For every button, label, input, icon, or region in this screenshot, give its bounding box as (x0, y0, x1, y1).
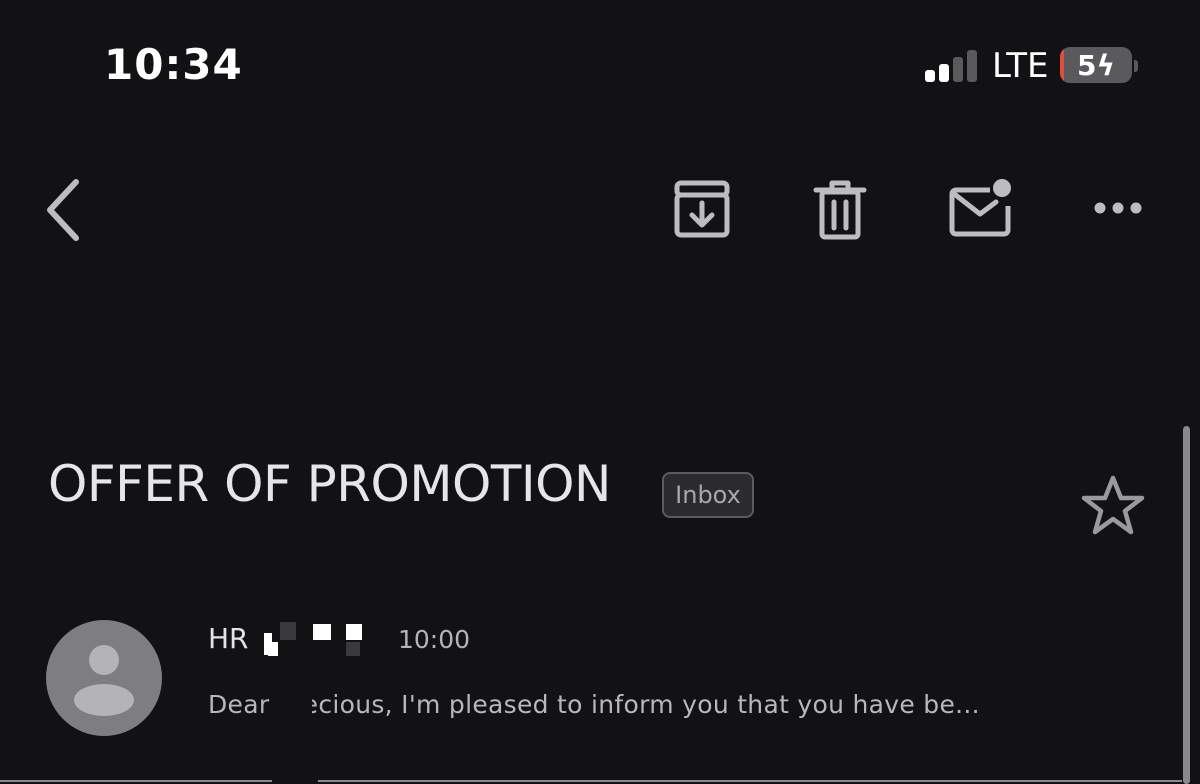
divider (0, 780, 272, 782)
battery-percent: 5ϟ (1060, 49, 1132, 82)
redaction-block (346, 624, 362, 640)
email-subject: OFFER OF PROMOTION (48, 455, 611, 513)
scrollbar[interactable] (1183, 426, 1190, 784)
cellular-signal-icon (925, 50, 977, 82)
redaction-block (346, 642, 360, 656)
inbox-label-chip[interactable]: Inbox (662, 472, 754, 518)
redaction-block (313, 624, 331, 640)
more-horizontal-icon (1094, 202, 1142, 214)
battery-icon: 5ϟ (1060, 47, 1132, 83)
mail-unread-icon (949, 179, 1011, 237)
star-outline-icon (1081, 475, 1145, 535)
divider (318, 780, 1182, 782)
email-snippet[interactable]: Dear Precious, I'm pleased to inform you… (208, 690, 980, 719)
star-button[interactable] (1080, 474, 1146, 536)
sender-avatar[interactable] (46, 620, 162, 736)
status-time: 10:34 (104, 40, 243, 89)
redaction-block (272, 688, 312, 724)
back-button[interactable] (38, 176, 90, 244)
sender-name[interactable]: HR (208, 622, 249, 655)
email-detail-screen: 10:34 LTE 5ϟ OFFER OF PROMOTION Inbox HR… (0, 0, 1200, 784)
more-options-button[interactable] (1088, 188, 1148, 228)
mark-unread-button[interactable] (946, 176, 1014, 242)
delete-button[interactable] (808, 178, 872, 242)
redaction-block (268, 642, 278, 656)
person-icon (74, 645, 134, 716)
archive-button[interactable] (670, 178, 734, 242)
sent-time: 10:00 (398, 625, 471, 654)
battery-cap (1134, 60, 1138, 72)
network-type: LTE (992, 46, 1049, 86)
battery-percent-value: 5 (1077, 49, 1097, 82)
chevron-left-icon (47, 179, 79, 241)
archive-icon (674, 180, 730, 238)
charging-bolt-icon: ϟ (1096, 49, 1115, 82)
redaction-block (280, 622, 296, 640)
trash-icon (813, 180, 867, 240)
